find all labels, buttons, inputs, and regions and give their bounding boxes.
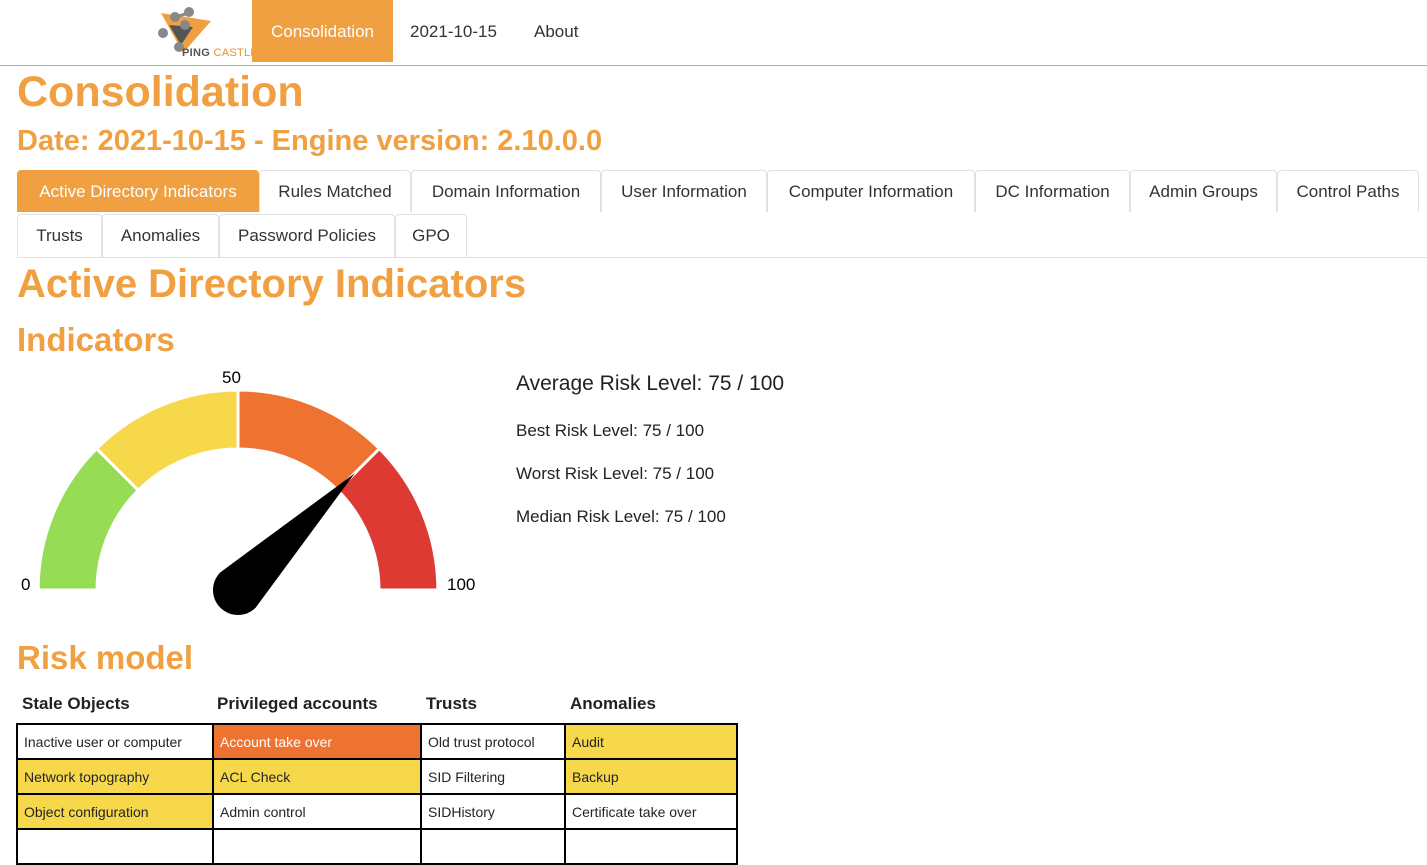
- tab-domain-information[interactable]: Domain Information: [411, 170, 601, 212]
- nav-about[interactable]: About: [517, 0, 595, 62]
- tab-dc-information[interactable]: DC Information: [975, 170, 1130, 212]
- risk-header-privileged-accounts: Privileged accounts: [217, 694, 378, 713]
- tab-anomalies[interactable]: Anomalies: [102, 214, 219, 257]
- risk-cell[interactable]: Audit: [564, 723, 738, 760]
- risk-cell-empty: [564, 828, 738, 865]
- risk-header-trusts: Trusts: [426, 694, 478, 713]
- risk-cell[interactable]: Account take over: [212, 723, 422, 760]
- risk-cell[interactable]: Network topography: [16, 758, 214, 795]
- median-risk-level: Median Risk Level: 75 / 100: [516, 507, 726, 526]
- risk-header-anomalies: Anomalies: [570, 694, 656, 713]
- risk-cell[interactable]: Certificate take over: [564, 793, 738, 830]
- risk-row: Inactive user or computer Account take ov…: [16, 723, 738, 760]
- risk-cell[interactable]: Inactive user or computer: [16, 723, 214, 760]
- risk-cell[interactable]: Old trust protocol: [420, 723, 566, 760]
- logo-text-ping: PING: [182, 47, 211, 59]
- tab-trusts[interactable]: Trusts: [17, 214, 102, 257]
- tab-rules-matched[interactable]: Rules Matched: [259, 170, 411, 212]
- risk-cell[interactable]: SID Filtering: [420, 758, 566, 795]
- gauge-label-min: 0: [21, 575, 30, 594]
- tab-admin-groups[interactable]: Admin Groups: [1130, 170, 1277, 212]
- top-navbar: PING CASTLE Consolidation 2021-10-15 Abo…: [0, 0, 1427, 66]
- indicators-title: Indicators: [17, 321, 175, 358]
- risk-cell[interactable]: SIDHistory: [420, 793, 566, 830]
- risk-row-partial: [16, 828, 738, 865]
- risk-row: Object configuration Admin control SIDHist…: [16, 793, 738, 830]
- risk-cell[interactable]: ACL Check: [212, 758, 422, 795]
- tab-control-paths[interactable]: Control Paths: [1277, 170, 1419, 212]
- average-risk-level: Average Risk Level: 75 / 100: [516, 372, 785, 395]
- gauge-label-mid: 50: [222, 368, 241, 387]
- page-title: Consolidation: [17, 68, 304, 116]
- risk-gauge: 0 50 100: [21, 368, 475, 616]
- risk-cell[interactable]: Backup: [564, 758, 738, 795]
- tab-divider: [17, 257, 1427, 258]
- tab-computer-information[interactable]: Computer Information: [767, 170, 975, 212]
- risk-row: Network topography ACL Check SID Filtering…: [16, 758, 738, 795]
- worst-risk-level: Worst Risk Level: 75 / 100: [516, 464, 715, 483]
- tab-gpo[interactable]: GPO: [395, 214, 467, 257]
- tab-user-information[interactable]: User Information: [601, 170, 767, 212]
- risk-cell-empty: [16, 828, 214, 865]
- best-risk-level: Best Risk Level: 75 / 100: [516, 421, 705, 440]
- gauge-needle: [212, 473, 355, 616]
- section-title: Active Directory Indicators: [17, 262, 527, 306]
- risk-cell[interactable]: Object configuration: [16, 793, 214, 830]
- page-subtitle: Date: 2021-10-15 - Engine version: 2.10.…: [17, 125, 603, 157]
- logo-text: PING CASTLE: [182, 47, 258, 59]
- nav-date[interactable]: 2021-10-15: [393, 0, 514, 62]
- risk-cell-empty: [420, 828, 566, 865]
- tab-password-policies[interactable]: Password Policies: [219, 214, 395, 257]
- nav-consolidation[interactable]: Consolidation: [252, 0, 393, 62]
- risk-model-table: Inactive user or computer Account take ov…: [16, 723, 738, 865]
- risk-model-title: Risk model: [17, 639, 194, 676]
- ping-castle-logo[interactable]: PING CASTLE: [155, 3, 258, 63]
- risk-header-stale-objects: Stale Objects: [22, 694, 130, 713]
- gauge-label-max: 100: [447, 575, 475, 594]
- risk-cell-empty: [212, 828, 422, 865]
- risk-cell[interactable]: Admin control: [212, 793, 422, 830]
- tab-active-directory-indicators[interactable]: Active Directory Indicators: [17, 170, 259, 212]
